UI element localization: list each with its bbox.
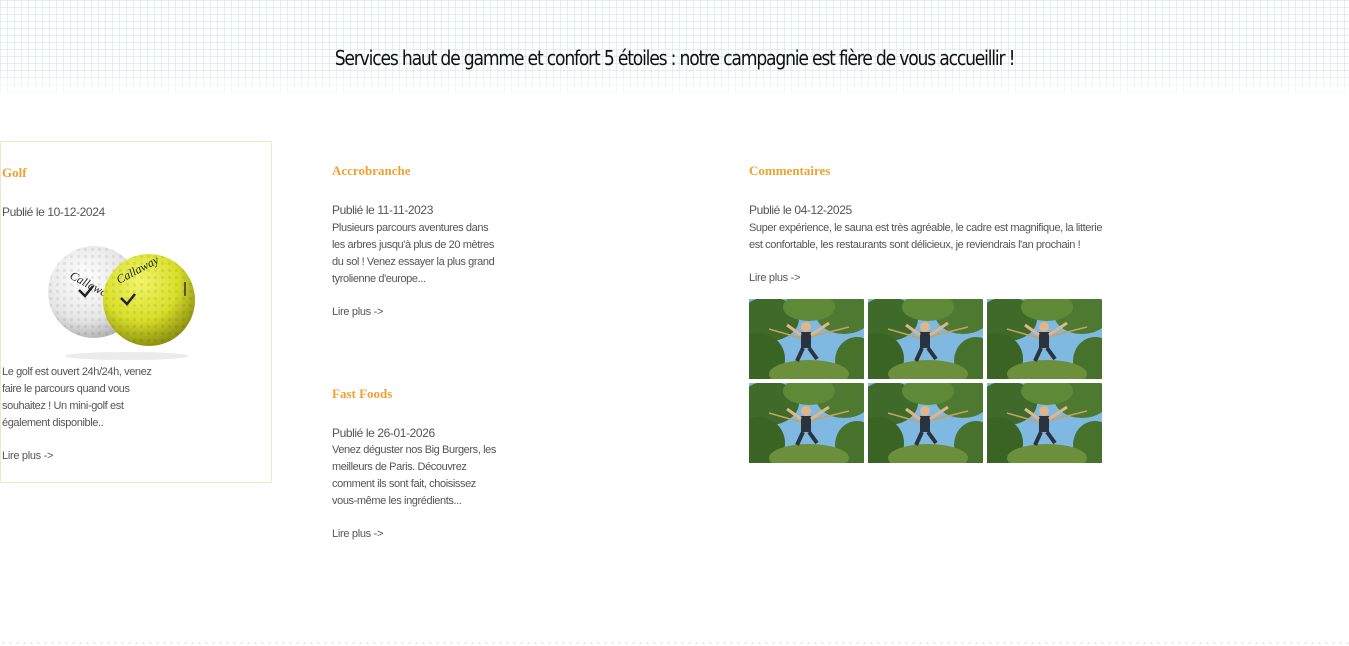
text-line: du sol ! Venez essayer la plus grand xyxy=(332,256,495,268)
gallery-thumbnail[interactable] xyxy=(987,299,1102,379)
footer-divider xyxy=(0,640,1349,646)
text-line: est confortable, les restaurants sont dé… xyxy=(749,239,1081,251)
article-date: Publié le 04-12-2025 xyxy=(749,203,852,217)
article-title[interactable]: Accrobranche xyxy=(332,163,410,179)
text-line: les arbres jusqu'à plus de 20 mètres xyxy=(332,239,494,251)
article-card-golf: Golf Publié le 10-12-2024 Callaway Calla… xyxy=(0,141,272,483)
article-card-fast-foods: Fast Foods Publié le 26-01-2026 Venez dé… xyxy=(332,386,532,556)
text-line: souhaitez ! Un mini-golf est xyxy=(2,400,124,412)
read-more-link[interactable]: Lire plus -> xyxy=(332,306,383,318)
article-date: Publié le 10-12-2024 xyxy=(2,205,105,219)
gallery-thumbnail[interactable] xyxy=(868,299,983,379)
article-date: Publié le 26-01-2026 xyxy=(332,426,435,440)
text-line: meilleurs de Paris. Découvrez xyxy=(332,461,467,473)
article-title[interactable]: Golf xyxy=(2,165,27,181)
read-more-link[interactable]: Lire plus -> xyxy=(749,272,800,284)
gallery-thumbnail[interactable] xyxy=(749,383,864,463)
text-line: comment ils sont fait, choisissez xyxy=(332,478,476,490)
read-more-link[interactable]: Lire plus -> xyxy=(332,528,383,540)
article-text: Le golf est ouvert 24h/24h, venez faire … xyxy=(2,364,152,432)
golf-balls-image: Callaway Callaway xyxy=(47,232,197,360)
article-date: Publié le 11-11-2023 xyxy=(332,203,433,217)
gallery-thumbnail[interactable] xyxy=(868,383,983,463)
article-text: Plusieurs parcours aventures dans les ar… xyxy=(332,220,532,288)
text-line: Venez déguster nos Big Burgers, les xyxy=(332,444,496,456)
article-card-commentaires: Commentaires Publié le 04-12-2025 Super … xyxy=(749,163,1109,473)
text-line: également disponible.. xyxy=(2,417,104,429)
read-more-link[interactable]: Lire plus -> xyxy=(2,450,53,462)
text-line: Le golf est ouvert 24h/24h, venez xyxy=(2,366,152,378)
gallery-thumbnail[interactable] xyxy=(749,299,864,379)
text-line: vous-même les ingrédients... xyxy=(332,495,462,507)
text-line: faire le parcours quand vous xyxy=(2,383,130,395)
article-title[interactable]: Commentaires xyxy=(749,163,830,179)
photo-gallery xyxy=(749,299,1104,464)
gallery-thumbnail[interactable] xyxy=(987,383,1102,463)
article-text: Super expérience, le sauna est très agré… xyxy=(749,220,1109,254)
text-line: Super expérience, le sauna est très agré… xyxy=(749,222,1103,234)
article-title[interactable]: Fast Foods xyxy=(332,386,392,402)
page-tagline: Services haut de gamme et confort 5 étoi… xyxy=(334,46,1016,70)
text-line: Plusieurs parcours aventures dans xyxy=(332,222,489,234)
article-card-accrobranche: Accrobranche Publié le 11-11-2023 Plusie… xyxy=(332,163,532,333)
article-text: Venez déguster nos Big Burgers, les meil… xyxy=(332,442,532,510)
text-line: tyrolienne d'europe... xyxy=(332,273,426,285)
